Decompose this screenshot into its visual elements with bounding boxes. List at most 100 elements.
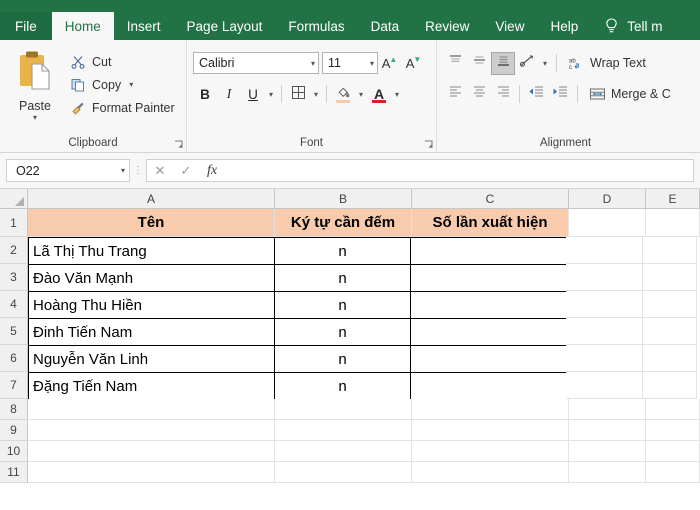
ribbon-tab-page-layout[interactable]: Page Layout (174, 12, 276, 40)
ribbon-tab-file[interactable]: File (0, 12, 52, 40)
italic-button[interactable]: I (217, 83, 241, 106)
cell-B10[interactable] (275, 441, 412, 462)
name-box[interactable]: O22 ▾ (6, 159, 130, 182)
paste-button[interactable]: Paste ▾ (6, 46, 64, 122)
align-middle-button[interactable] (467, 52, 491, 75)
select-all-button[interactable] (0, 189, 28, 209)
cell-C2[interactable] (410, 237, 567, 265)
column-header-B[interactable]: B (275, 189, 412, 209)
cell-C5[interactable] (410, 318, 567, 346)
cell-A7[interactable]: Đặng Tiến Nam (28, 372, 275, 400)
column-header-A[interactable]: A (28, 189, 275, 209)
row-header-1[interactable]: 1 (0, 209, 28, 237)
ribbon-tab-formulas[interactable]: Formulas (275, 12, 357, 40)
cell-B8[interactable] (275, 399, 412, 420)
enter-formula-button[interactable]: ✓ (173, 160, 199, 181)
row-header-9[interactable]: 9 (0, 420, 28, 441)
row-header-6[interactable]: 6 (0, 345, 28, 372)
chevron-down-icon[interactable]: ▾ (539, 52, 551, 75)
cell-D10[interactable] (569, 441, 646, 462)
cell-B11[interactable] (275, 462, 412, 483)
font-name-select[interactable]: Calibri ▾ (193, 52, 319, 74)
cell-A3[interactable]: Đào Văn Mạnh (28, 264, 275, 292)
cell-E4[interactable] (643, 291, 697, 318)
cell-C4[interactable] (410, 291, 567, 319)
cell-D5[interactable] (566, 318, 643, 345)
underline-button[interactable]: U (241, 83, 265, 106)
ribbon-tab-insert[interactable]: Insert (114, 12, 174, 40)
cancel-formula-button[interactable]: ✕ (147, 160, 173, 181)
row-header-4[interactable]: 4 (0, 291, 28, 318)
ribbon-tab-help[interactable]: Help (537, 12, 591, 40)
cell-E5[interactable] (643, 318, 697, 345)
chevron-down-icon[interactable]: ▾ (310, 83, 322, 106)
cell-D1[interactable] (569, 209, 646, 237)
align-bottom-button[interactable] (491, 51, 515, 75)
cell-B3[interactable]: n (274, 264, 411, 292)
row-header-5[interactable]: 5 (0, 318, 28, 345)
orientation-button[interactable] (515, 52, 539, 75)
format-painter-button[interactable]: Format Painter (68, 96, 175, 119)
cell-E2[interactable] (643, 237, 697, 264)
cell-E6[interactable] (643, 345, 697, 372)
cell-A1[interactable]: Tên (28, 209, 275, 237)
cell-C6[interactable] (410, 345, 567, 373)
align-top-button[interactable] (443, 52, 467, 75)
cell-C7[interactable] (410, 372, 567, 400)
cell-B1[interactable]: Ký tự cần đếm (275, 209, 412, 237)
cell-D9[interactable] (569, 420, 646, 441)
increase-indent-button[interactable] (548, 83, 572, 106)
bold-button[interactable]: B (193, 83, 217, 106)
cell-B2[interactable]: n (274, 237, 411, 265)
chevron-down-icon[interactable]: ▾ (265, 83, 277, 106)
cell-C9[interactable] (412, 420, 569, 441)
insert-function-button[interactable]: fx (199, 160, 225, 181)
cell-C11[interactable] (412, 462, 569, 483)
cell-D3[interactable] (566, 264, 643, 291)
cell-C8[interactable] (412, 399, 569, 420)
font-dialog-launcher[interactable] (424, 140, 434, 150)
decrease-font-size-button[interactable]: A ▼ (402, 52, 426, 74)
cell-E9[interactable] (646, 420, 700, 441)
cell-D6[interactable] (566, 345, 643, 372)
column-header-C[interactable]: C (412, 189, 569, 209)
font-size-select[interactable]: 11 ▾ (322, 52, 378, 74)
row-header-7[interactable]: 7 (0, 372, 28, 399)
font-color-button[interactable]: A (367, 83, 391, 106)
row-header-11[interactable]: 11 (0, 462, 28, 483)
cell-E10[interactable] (646, 441, 700, 462)
cell-A2[interactable]: Lã Thị Thu Trang (28, 237, 275, 265)
cell-D7[interactable] (566, 372, 643, 399)
cell-E3[interactable] (643, 264, 697, 291)
column-header-D[interactable]: D (569, 189, 646, 209)
cell-B9[interactable] (275, 420, 412, 441)
row-header-10[interactable]: 10 (0, 441, 28, 462)
cell-C3[interactable] (410, 264, 567, 292)
formula-input[interactable] (225, 159, 694, 182)
copy-button[interactable]: Copy ▾ (68, 73, 175, 96)
align-center-button[interactable] (467, 83, 491, 106)
cell-D2[interactable] (566, 237, 643, 264)
wrap-text-button[interactable]: ab c Wrap Text (565, 51, 646, 75)
cell-A11[interactable] (28, 462, 275, 483)
cell-B4[interactable]: n (274, 291, 411, 319)
merge-center-button[interactable]: Merge & C (586, 82, 671, 106)
borders-button[interactable] (286, 83, 310, 106)
cell-E1[interactable] (646, 209, 700, 237)
cut-button[interactable]: Cut (68, 50, 175, 73)
cell-B7[interactable]: n (274, 372, 411, 400)
ribbon-tab-home[interactable]: Home (51, 12, 114, 40)
cell-C1[interactable]: Số lần xuất hiện (412, 209, 569, 237)
row-header-3[interactable]: 3 (0, 264, 28, 291)
row-header-8[interactable]: 8 (0, 399, 28, 420)
cell-A9[interactable] (28, 420, 275, 441)
cell-A6[interactable]: Nguyễn Văn Linh (28, 345, 275, 373)
cell-B5[interactable]: n (274, 318, 411, 346)
align-right-button[interactable] (491, 83, 515, 106)
column-header-E[interactable]: E (646, 189, 700, 209)
cell-B6[interactable]: n (274, 345, 411, 373)
ribbon-tab-review[interactable]: Review (412, 12, 482, 40)
tell-me-box[interactable]: Tell m (591, 12, 662, 40)
cell-E8[interactable] (646, 399, 700, 420)
ribbon-tab-view[interactable]: View (482, 12, 537, 40)
